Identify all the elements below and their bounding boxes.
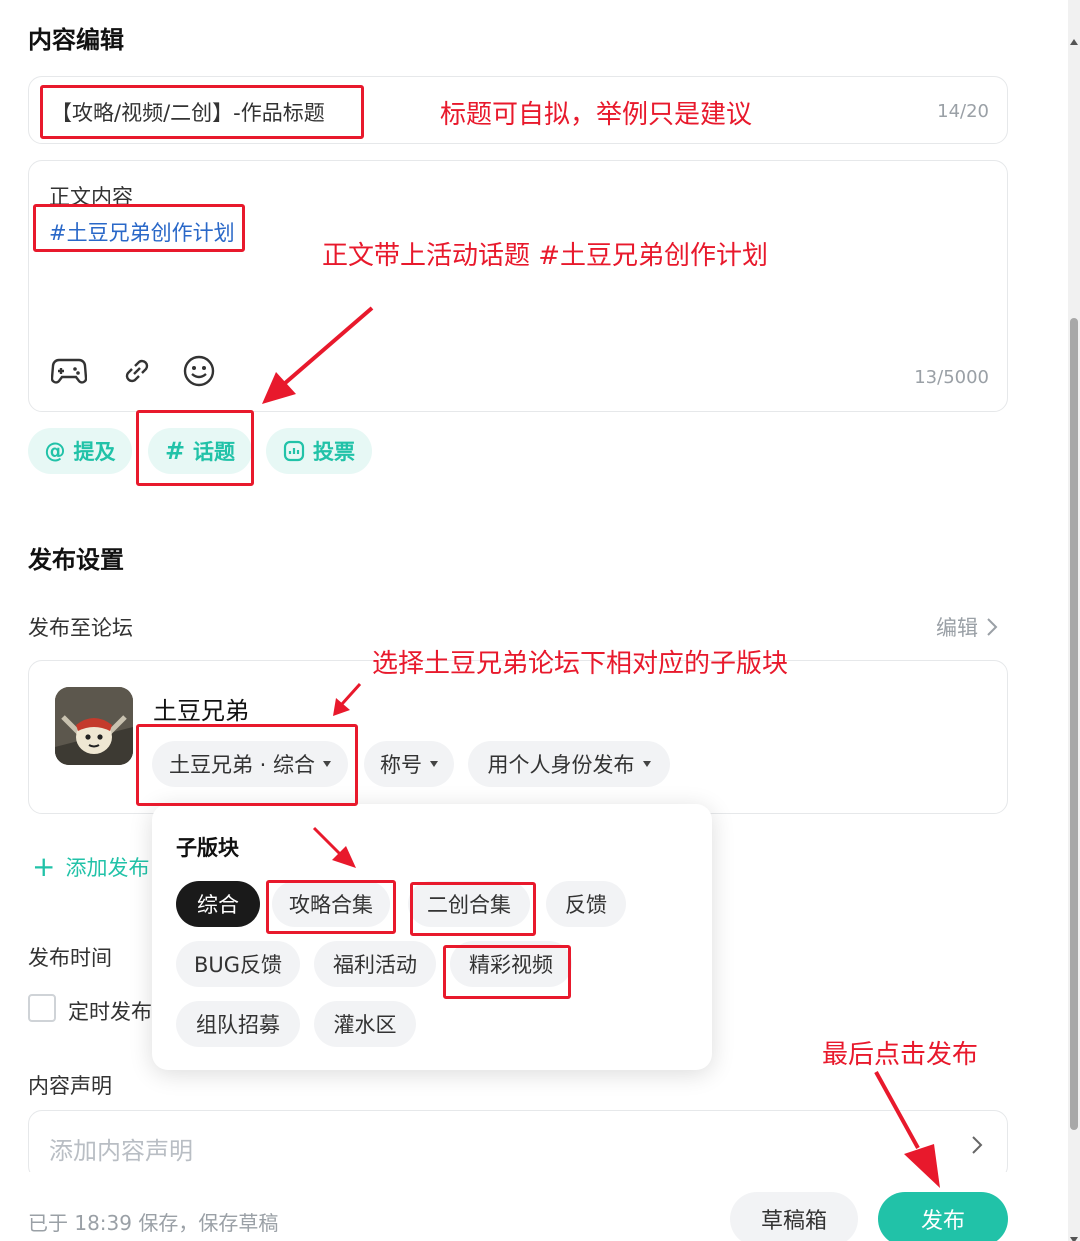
annotation-arrows [262,306,940,1188]
arrow-icon [312,826,356,868]
arrow-icon [333,682,362,716]
arrow-icon [262,306,374,404]
arrow-icon [874,1071,940,1188]
